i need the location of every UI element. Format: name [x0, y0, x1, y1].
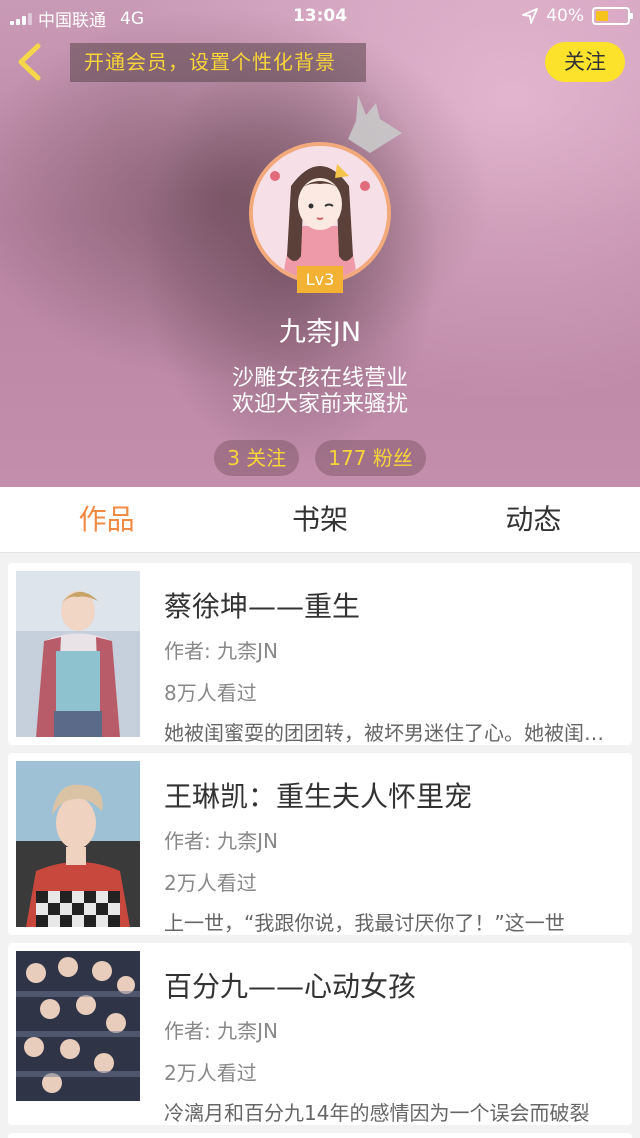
work-views: 8万人看过 [164, 681, 257, 705]
following-count[interactable]: 3 关注 [214, 440, 300, 476]
bio-line: 欢迎大家前来骚扰 [231, 392, 408, 417]
avatar[interactable] [249, 142, 391, 284]
status-bar: 中国联通 4G 13:04 40% [0, 0, 640, 34]
tab-works[interactable]: 作品 [0, 487, 213, 552]
followers-count[interactable]: 177 粉丝 [315, 440, 426, 476]
work-author: 作者: 九柰JN [164, 1019, 278, 1043]
nickname: 九柰JN [278, 317, 362, 348]
level-badge: Lv3 [297, 266, 343, 293]
book-cover [16, 571, 140, 737]
work-card[interactable]: 百分九——心动女孩 作者: 九柰JN 2万人看过 冷漓月和百分九14年的感情因为… [8, 943, 632, 1125]
work-card[interactable]: 蔡徐坤——重生 作者: 九柰JN 8万人看过 她被闺蜜耍的团团转，被坏男迷住了心… [8, 563, 632, 745]
back-button[interactable] [12, 42, 46, 82]
work-author: 作者: 九柰JN [164, 829, 278, 853]
vip-banner[interactable]: 开通会员，设置个性化背景 [70, 43, 366, 82]
work-author: 作者: 九柰JN [164, 639, 278, 663]
stats-row: 3 关注 177 粉丝 [0, 440, 640, 476]
work-title: 蔡徐坤——重生 [164, 590, 361, 623]
tab-activity[interactable]: 动态 [427, 487, 640, 552]
work-title: 百分九——心动女孩 [164, 970, 417, 1003]
book-cover [16, 761, 140, 927]
battery-percent: 40% [546, 6, 584, 26]
location-icon [522, 8, 539, 24]
tab-bar: 作品 书架 动态 [0, 487, 640, 553]
book-cover [16, 951, 140, 1101]
work-views: 2万人看过 [164, 1061, 257, 1085]
work-description: 她被闺蜜耍的团团转，被坏男迷住了心。她被闺蜜耍的团团转 [164, 721, 616, 745]
battery-icon [592, 7, 633, 25]
work-description: 冷漓月和百分九14年的感情因为一个误会而破裂 [164, 1101, 590, 1125]
bio-line: 沙雕女孩在线营业 [231, 366, 408, 391]
chevron-left-icon [18, 43, 41, 81]
work-card[interactable] [8, 1133, 632, 1138]
bio: 沙雕女孩在线营业 欢迎大家前来骚扰 [0, 366, 640, 418]
tab-bookshelf[interactable]: 书架 [213, 487, 426, 552]
work-views: 2万人看过 [164, 871, 257, 895]
party-hat-icon [348, 95, 402, 153]
follow-button[interactable]: 关注 [545, 42, 625, 82]
work-card[interactable]: 王琳凯：重生夫人怀里宠 作者: 九柰JN 2万人看过 上一世，“我跟你说，我最讨… [8, 753, 632, 935]
profile-header: 中国联通 4G 13:04 40% 开通会员，设置个性化背景 关注 Lv3 九柰… [0, 0, 640, 487]
work-description: 上一世，“我跟你说，我最讨厌你了！”这一世 [164, 911, 565, 935]
work-title: 王琳凯：重生夫人怀里宠 [164, 780, 473, 813]
avatar-illustration [253, 146, 387, 280]
